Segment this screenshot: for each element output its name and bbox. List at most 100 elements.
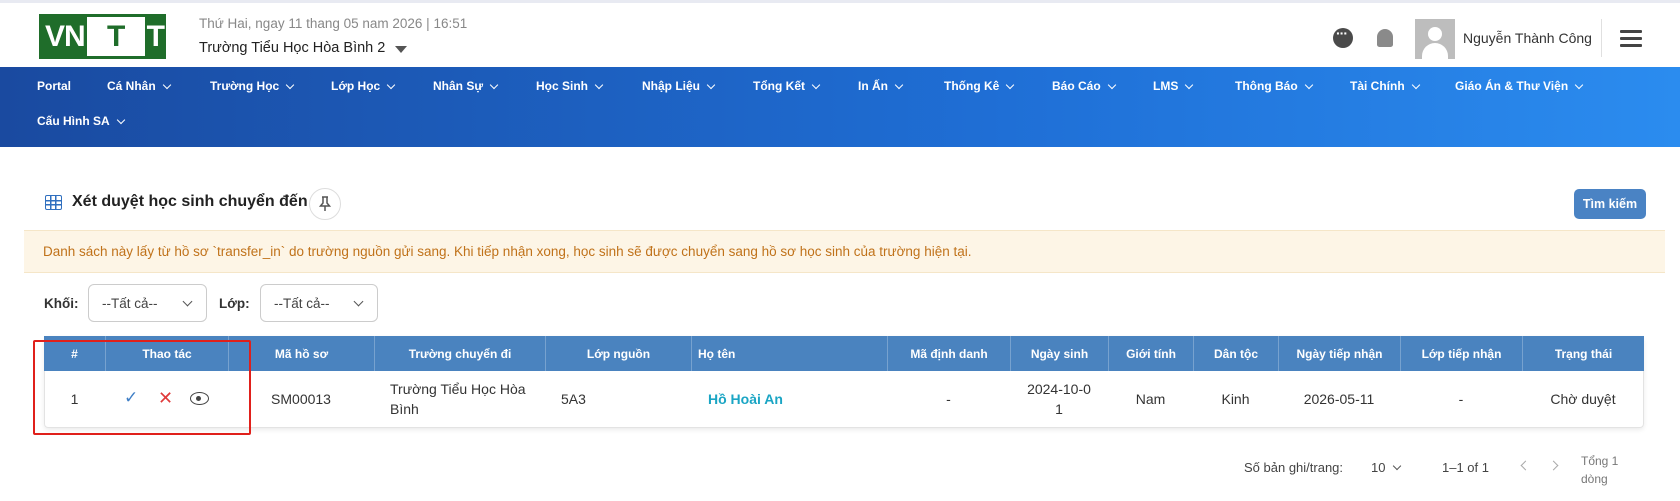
school-selector[interactable]: Trường Tiểu Học Hòa Bình 2	[199, 40, 408, 56]
cell-truong-chuyen-di: Trường Tiểu Học Hòa Bình	[390, 381, 526, 417]
pin-icon	[318, 196, 332, 211]
grade-select-value: --Tất cả--	[102, 295, 158, 311]
eye-icon[interactable]	[190, 392, 209, 405]
cell-gioi-tinh: Nam	[1135, 391, 1166, 407]
rows-per-page-label: Số bản ghi/trang:	[1244, 460, 1344, 475]
avatar-body	[1422, 43, 1448, 59]
col-dan-toc: Dân tộc	[1193, 336, 1278, 371]
bell-icon[interactable]	[1377, 29, 1393, 47]
top-header: VN T T Thứ Hai, ngay 11 thang 05 nam 202…	[0, 0, 1680, 67]
col-truong-chuyen-di: Trường chuyển đi	[374, 336, 545, 371]
chevron-right-icon[interactable]	[1548, 460, 1559, 471]
col-ma-dinh-danh: Mã định danh	[887, 336, 1010, 371]
cell-ma-dinh-danh: -	[946, 391, 951, 407]
nav-lop-hoc[interactable]: Lớp Học	[331, 79, 396, 93]
col-index: #	[71, 346, 78, 361]
col-gioi-tinh: Giới tính	[1108, 336, 1193, 371]
col-actions: Thao tác	[105, 336, 228, 371]
nav-cau-hinh-sa[interactable]: Cấu Hình SA	[37, 114, 125, 128]
cell-ma-ho-so: SM00013	[271, 391, 331, 407]
chevron-down-icon	[594, 80, 604, 89]
nav-thong-ke[interactable]: Thống Kê	[944, 79, 1015, 93]
class-select[interactable]: --Tất cả--	[260, 284, 378, 322]
logo-text-mid: T	[107, 19, 125, 53]
chat-icon[interactable]	[1333, 25, 1353, 48]
nav-truong-hoc[interactable]: Trường Học	[210, 79, 295, 93]
logo-text-right: T	[146, 19, 165, 53]
nav-nhap-lieu[interactable]: Nhập Liệu	[642, 79, 716, 93]
chevron-down-icon	[1304, 80, 1313, 89]
chevron-down-icon	[811, 80, 821, 89]
chevron-down-icon	[353, 296, 364, 307]
chevron-down-icon	[1411, 80, 1420, 89]
user-name[interactable]: Nguyễn Thành Công	[1463, 30, 1592, 46]
status-badge: Chờ duyệt	[1550, 391, 1616, 407]
rows-per-page-select[interactable]: 10	[1371, 460, 1385, 475]
cell-index: 1	[70, 391, 79, 407]
class-filter-label: Lớp:	[219, 296, 250, 311]
col-lop-tiep-nhan: Lớp tiếp nhận	[1400, 336, 1522, 371]
nav-portal[interactable]: Portal	[37, 79, 71, 93]
cell-lop-tiep-nhan: -	[1458, 391, 1464, 407]
page-title: Xét duyệt học sinh chuyển đến	[45, 193, 308, 211]
nav-tong-ket[interactable]: Tổng Kết	[753, 79, 821, 93]
class-select-value: --Tất cả--	[274, 295, 330, 311]
col-ngay-sinh: Ngày sinh	[1010, 336, 1108, 371]
cell-ngay-sinh: 2024-10-01	[1027, 381, 1091, 417]
date-time: Thứ Hai, ngay 11 thang 05 nam 2026 | 16:…	[199, 16, 468, 31]
caret-down-icon	[395, 45, 408, 53]
avatar-head	[1428, 27, 1442, 41]
chevron-left-icon[interactable]	[1520, 460, 1531, 471]
hamburger-icon[interactable]	[1620, 30, 1642, 47]
chevron-down-icon	[1107, 80, 1116, 89]
chevron-down-icon	[894, 80, 904, 89]
chevron-down-icon	[162, 80, 171, 89]
col-lop-nguon: Lớp nguồn	[545, 336, 691, 371]
vntt-logo[interactable]: VN T T	[39, 14, 166, 59]
col-ngay-tiep-nhan: Ngày tiếp nhận	[1278, 336, 1400, 371]
logo-text-left: VN	[45, 19, 86, 53]
chevron-down-icon	[386, 80, 396, 89]
pin-button[interactable]	[309, 188, 341, 220]
header-divider	[1601, 19, 1602, 57]
notice-text: Danh sách này lấy từ hồ sơ `transfer_in`…	[43, 244, 972, 259]
nav-ca-nhan[interactable]: Cá Nhân	[107, 79, 171, 93]
check-icon[interactable]: ✓	[124, 389, 138, 407]
col-trang-thai: Trạng thái	[1522, 336, 1644, 371]
col-ma-ho-so: Mã hồ sơ	[228, 336, 374, 371]
chevron-down-icon	[1185, 80, 1194, 89]
cell-ngay-tiep-nhan: 2026-05-11	[1303, 391, 1375, 407]
chevron-down-icon	[1006, 80, 1015, 89]
nav-thong-bao[interactable]: Thông Báo	[1235, 79, 1313, 93]
cell-lop-nguon: 5A3	[561, 391, 586, 407]
nav-in-an[interactable]: In Ấn	[858, 79, 904, 93]
main-nav: Portal Cá Nhân Trường Học Lớp Học Nhân S…	[0, 67, 1680, 147]
total-rows: Tổng 1 dòng	[1581, 454, 1619, 486]
nav-nhan-su[interactable]: Nhân Sự	[433, 79, 499, 93]
avatar[interactable]	[1415, 19, 1455, 59]
search-button[interactable]: Tìm kiếm	[1574, 189, 1646, 219]
pagination-range: 1–1 of 1	[1442, 460, 1489, 475]
close-icon[interactable]: ✕	[158, 389, 173, 407]
grade-filter-label: Khối:	[44, 296, 79, 311]
chevron-down-icon	[116, 115, 125, 124]
school-name: Trường Tiểu Học Hòa Bình 2	[199, 40, 386, 56]
student-name-link[interactable]: Hồ Hoài An	[708, 371, 887, 427]
nav-hoc-sinh[interactable]: Học Sinh	[536, 79, 604, 93]
grade-select[interactable]: --Tất cả--	[88, 284, 207, 322]
chevron-down-icon	[489, 80, 499, 89]
nav-giao-an[interactable]: Giáo Án & Thư Viện	[1455, 79, 1584, 93]
page-title-text: Xét duyệt học sinh chuyển đến	[72, 193, 308, 210]
chevron-down-icon[interactable]	[1392, 461, 1402, 471]
nav-lms[interactable]: LMS	[1153, 79, 1194, 93]
chevron-down-icon	[1574, 80, 1584, 89]
chevron-down-icon	[706, 80, 716, 89]
chevron-down-icon	[182, 296, 193, 307]
chevron-down-icon	[285, 80, 295, 89]
col-ho-ten: Họ tên	[691, 336, 887, 371]
nav-bao-cao[interactable]: Báo Cáo	[1052, 79, 1116, 93]
nav-tai-chinh[interactable]: Tài Chính	[1350, 79, 1420, 93]
cell-dan-toc: Kinh	[1221, 391, 1250, 407]
table-grid-icon	[45, 194, 62, 210]
logo-tower-icon: T	[86, 17, 145, 56]
